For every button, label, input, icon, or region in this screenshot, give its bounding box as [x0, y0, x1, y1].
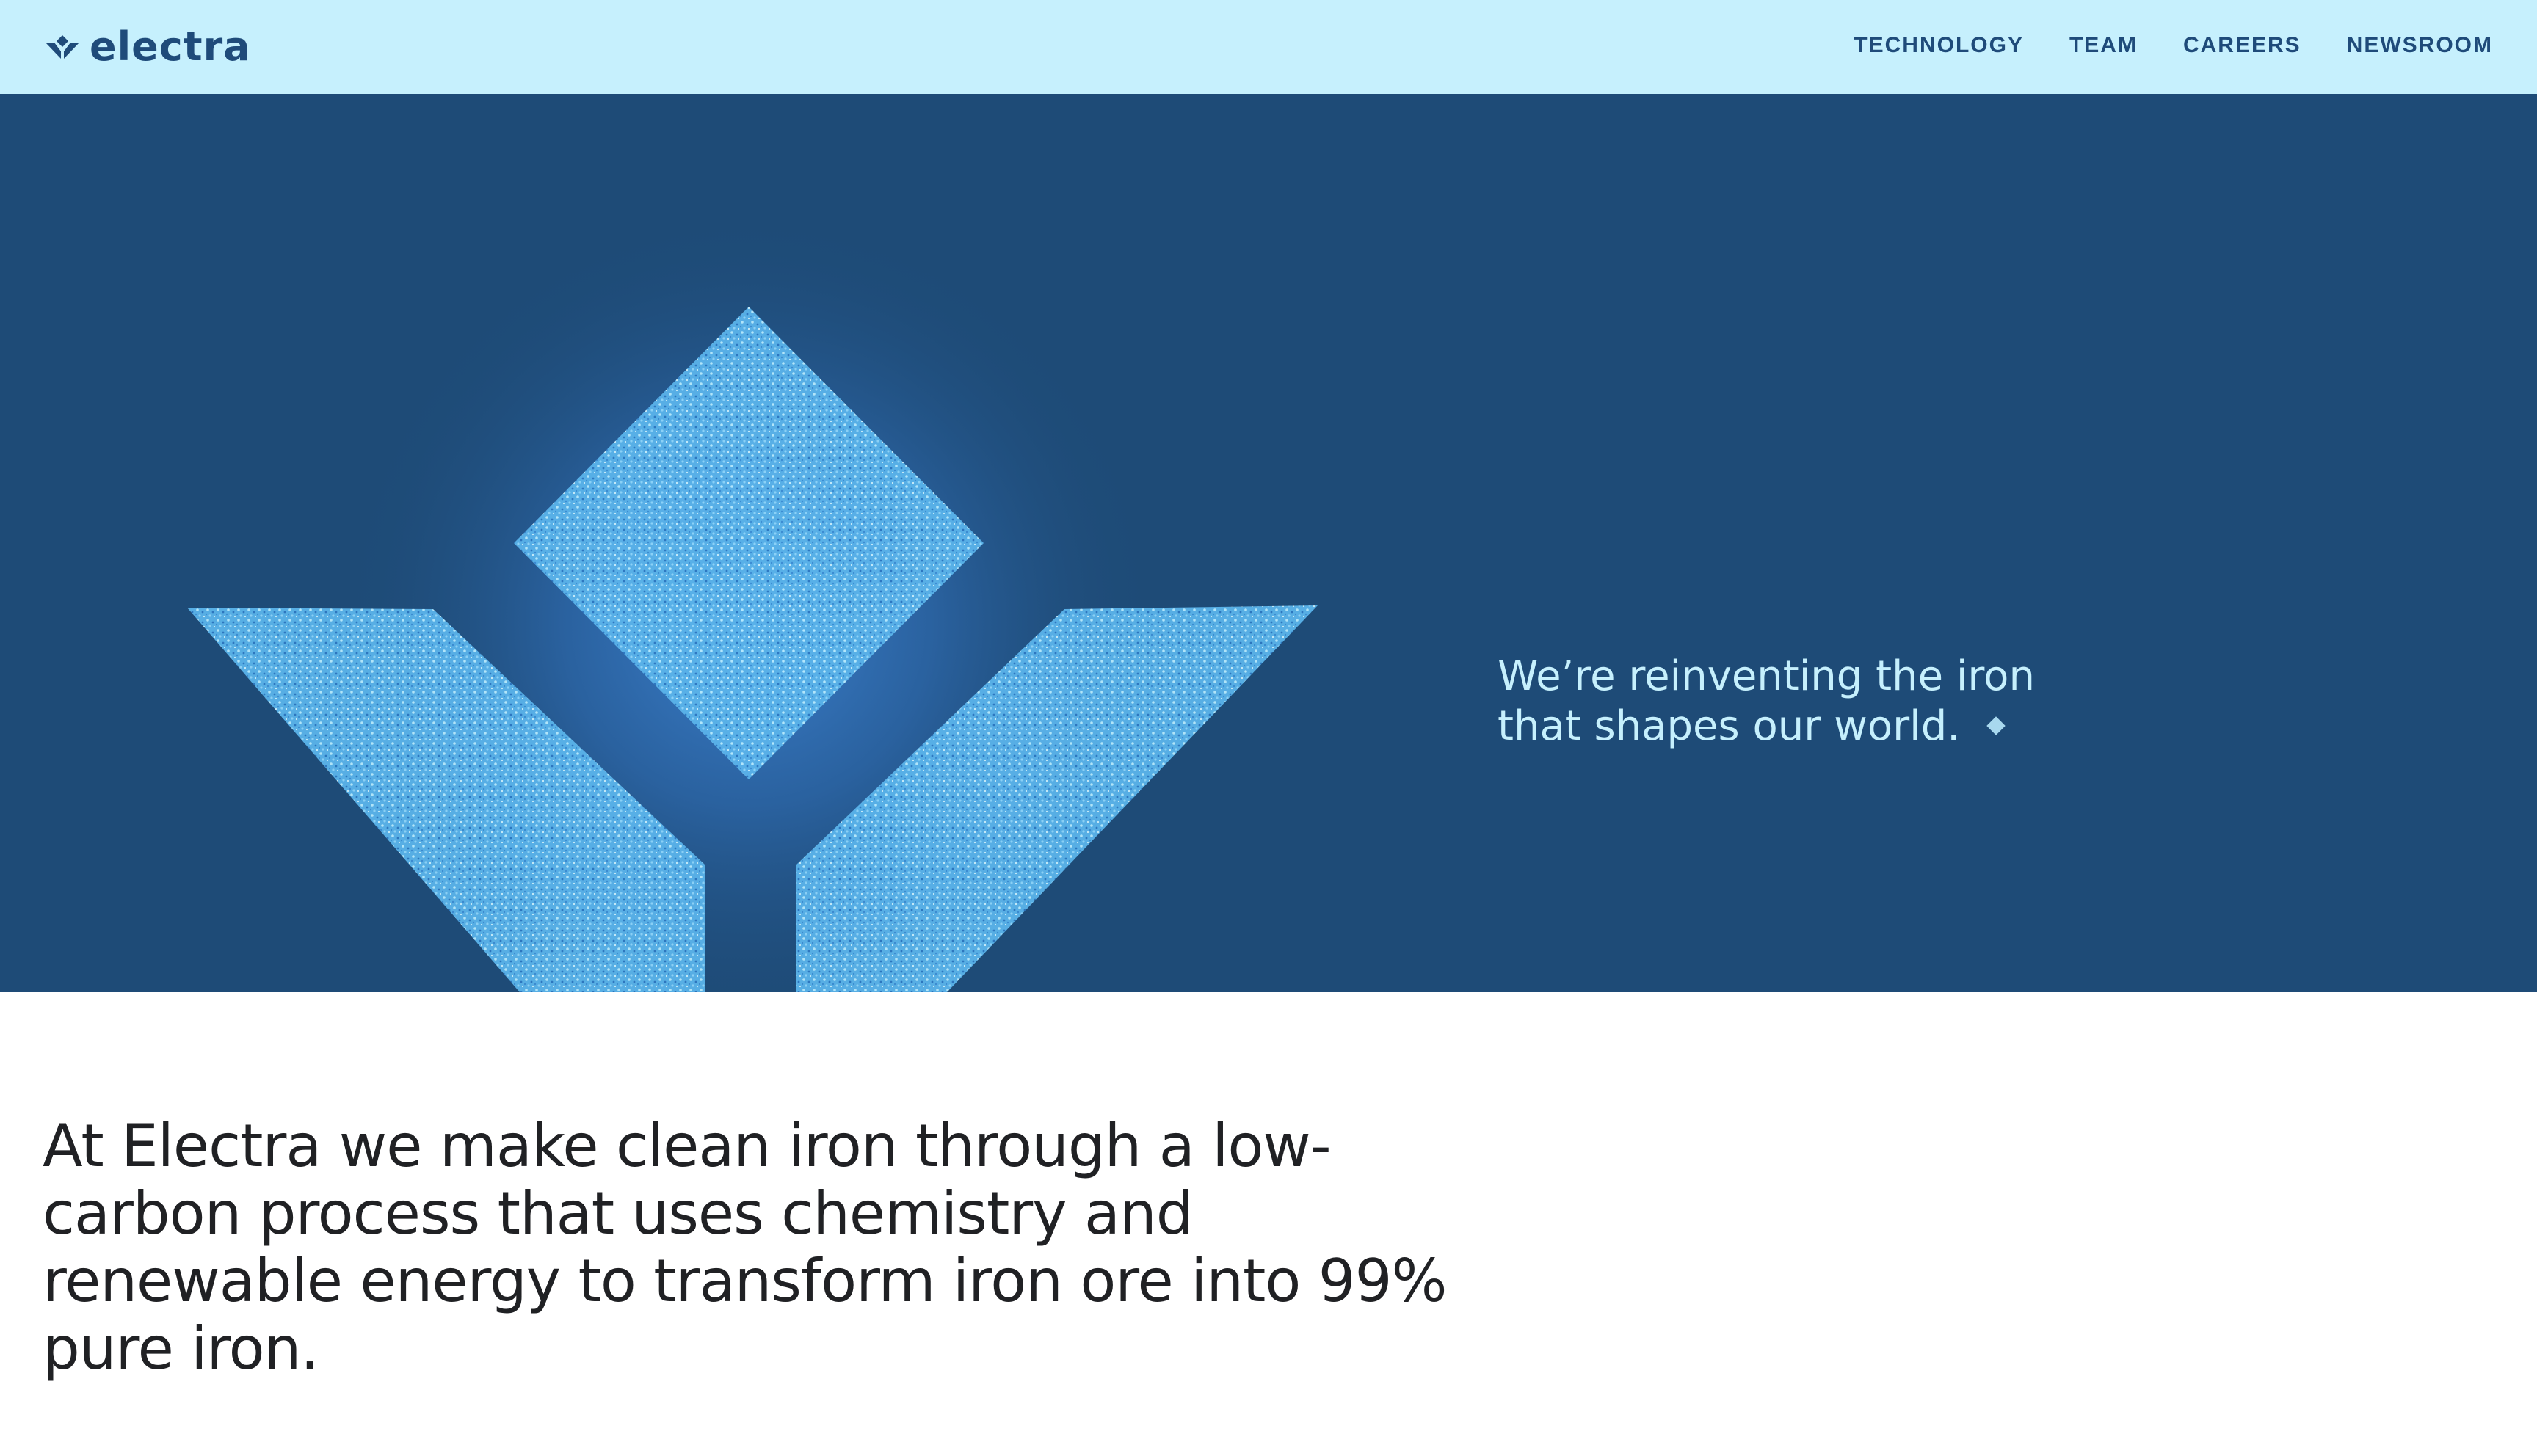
nav-careers-link[interactable]: CAREERS: [2183, 29, 2301, 62]
electra-logo-link[interactable]: electra: [44, 21, 251, 73]
nav-team-link[interactable]: TEAM: [2069, 29, 2138, 62]
hero-section: We’re reinventing the iron that shapes o…: [0, 94, 2537, 992]
intro-statement: At Electra we make clean iron through a …: [43, 1113, 1511, 1383]
main-nav: TECHNOLOGY TEAM CAREERS NEWSROOM: [1854, 29, 2493, 62]
brand-name: electra: [90, 23, 251, 70]
intro-line-4: pure iron.: [43, 1314, 319, 1383]
hero-tagline-line-2: that shapes our world.: [1498, 702, 2232, 751]
small-diamond-icon: [1986, 716, 2006, 735]
intro-line-3: renewable energy to transform iron ore i…: [43, 1247, 1448, 1315]
hero-tagline-line-2-text: that shapes our world.: [1498, 702, 1961, 750]
nav-newsroom-link[interactable]: NEWSROOM: [2347, 29, 2493, 62]
hero-tagline-line-1: We’re reinventing the iron: [1498, 652, 2035, 700]
electra-diamond-mark-icon: [44, 32, 81, 62]
nav-technology-link[interactable]: TECHNOLOGY: [1854, 29, 2024, 62]
hero-tagline: We’re reinventing the iron that shapes o…: [1498, 652, 2232, 751]
intro-line-1: At Electra we make clean iron through a …: [43, 1112, 1332, 1180]
intro-line-2: carbon process that uses chemistry and: [43, 1179, 1194, 1248]
top-navigation-bar: electra TECHNOLOGY TEAM CAREERS NEWSROOM: [0, 0, 2537, 94]
particle-diamond-logo-artwork: [0, 94, 1468, 992]
